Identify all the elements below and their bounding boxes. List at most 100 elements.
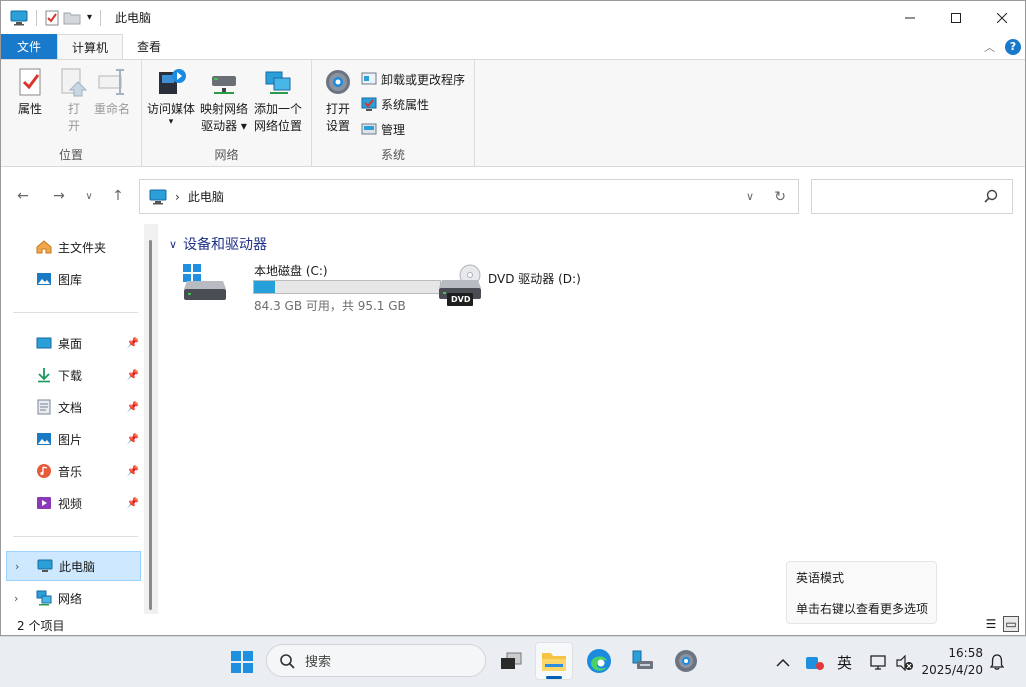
sidebar-item-pictures[interactable]: 图片 📌 xyxy=(6,424,141,454)
details-view-icon[interactable]: ☰ xyxy=(983,616,999,632)
open-button[interactable]: 打 开 xyxy=(58,66,90,135)
folder-icon xyxy=(542,653,566,671)
collapse-chevron-icon[interactable]: ∨ xyxy=(169,238,177,251)
volume-muted-icon[interactable] xyxy=(896,637,914,687)
access-media-label: 访问媒体 xyxy=(147,102,196,116)
up-button[interactable]: ↑ xyxy=(108,186,128,206)
file-explorer-taskbar-button[interactable] xyxy=(535,642,573,680)
manage-button[interactable]: 管理 xyxy=(361,119,405,139)
access-media-button[interactable]: 访问媒体 ▾ xyxy=(147,66,195,127)
expand-chevron-icon[interactable]: › xyxy=(15,560,19,573)
sidebar-item-desktop[interactable]: 桌面 📌 xyxy=(6,328,141,358)
edge-taskbar-button[interactable] xyxy=(580,642,618,680)
task-view-button[interactable] xyxy=(492,642,530,680)
pictures-icon xyxy=(37,433,51,445)
ribbon-group-network-label: 网络 xyxy=(214,148,239,162)
sidebar-item-this-pc[interactable]: › 此电脑 xyxy=(6,551,141,581)
system-clock[interactable]: 16:58 2025/4/20 xyxy=(921,645,983,679)
pin-icon[interactable]: 📌 xyxy=(127,338,139,349)
tab-file[interactable]: 文件 xyxy=(1,34,57,59)
rename-button[interactable]: 重命名 xyxy=(94,66,130,118)
pin-icon[interactable]: 📌 xyxy=(127,498,139,509)
settings-taskbar-button[interactable] xyxy=(667,642,705,680)
quick-access-toolbar: ▾ xyxy=(1,1,105,34)
ime-language-indicator[interactable]: 英 xyxy=(837,637,852,687)
close-button[interactable] xyxy=(979,1,1025,34)
system-properties-button[interactable]: 系统属性 xyxy=(361,94,429,114)
sidebar-item-network[interactable]: › 网络 xyxy=(6,583,141,613)
ime-tooltip-hint: 单击右键以查看更多选项 xyxy=(796,602,929,616)
ime-tooltip-title: 英语模式 xyxy=(796,571,845,585)
sidebar-item-label: 此电脑 xyxy=(59,559,96,574)
sidebar-item-downloads[interactable]: 下载 📌 xyxy=(6,360,141,390)
properties-check-icon[interactable] xyxy=(45,10,59,26)
search-box[interactable] xyxy=(811,179,1013,214)
video-icon xyxy=(37,497,51,509)
taskbar-search-box[interactable]: 搜索 xyxy=(266,644,486,677)
show-hidden-icons-chevron-icon[interactable] xyxy=(776,637,790,687)
uninstall-program-button[interactable]: 卸载或更改程序 xyxy=(361,69,465,89)
sidebar-item-music[interactable]: 音乐 📌 xyxy=(6,456,141,486)
drive-c[interactable]: 本地磁盘 (C:) 84.3 GB 可用，共 95.1 GB xyxy=(181,224,441,324)
ribbon-group-system-label: 系统 xyxy=(380,148,405,162)
open-icon xyxy=(61,68,88,97)
sidebar-item-label: 文档 xyxy=(58,400,83,415)
add-network-location-button[interactable]: 添加一个 网络位置 xyxy=(254,66,302,135)
tiles-view-icon[interactable]: ▭ xyxy=(1003,616,1019,632)
network-status-icon[interactable] xyxy=(870,637,888,687)
pin-icon[interactable]: 📌 xyxy=(127,370,139,381)
windows-start-icon[interactable] xyxy=(231,651,253,673)
back-button[interactable]: ← xyxy=(13,186,33,206)
refresh-icon[interactable]: ↻ xyxy=(774,189,786,205)
open-settings-label-line2: 设置 xyxy=(325,119,350,133)
sidebar-item-gallery[interactable]: 图库 xyxy=(6,264,141,294)
collapse-ribbon-icon[interactable]: ︿ xyxy=(984,39,995,55)
ribbon-tab-tools: ︿ ? xyxy=(984,34,1021,59)
open-settings-button[interactable]: 打开 设置 xyxy=(322,66,354,135)
ime-app-tray-icon[interactable] xyxy=(805,637,825,687)
drive-d[interactable]: DVD DVD 驱动器 (D:) xyxy=(436,224,636,324)
clock-time: 16:58 xyxy=(948,646,983,660)
customize-toolbar-dropdown-icon[interactable]: ▾ xyxy=(87,12,92,23)
pin-icon[interactable]: 📌 xyxy=(127,402,139,413)
address-bar[interactable]: › 此电脑 ∨ ↻ xyxy=(139,179,799,214)
add-network-location-label-line1: 添加一个 xyxy=(254,102,303,116)
tab-computer[interactable]: 计算机 xyxy=(57,34,124,59)
control-panel-icon xyxy=(632,650,653,669)
rename-icon xyxy=(98,69,124,95)
sidebar-item-label: 图片 xyxy=(58,432,83,447)
disk-usage-bar xyxy=(253,280,441,294)
expand-chevron-icon[interactable]: › xyxy=(14,592,18,605)
pin-icon[interactable]: 📌 xyxy=(127,434,139,445)
system-properties-label: 系统属性 xyxy=(381,97,430,112)
map-network-drive-button[interactable]: 映射网络 驱动器 ▾ xyxy=(200,66,248,135)
add-network-location-label-line2: 网络位置 xyxy=(254,119,303,133)
address-history-dropdown-icon[interactable]: ∨ xyxy=(746,190,754,203)
media-icon xyxy=(159,69,186,94)
sidebar-item-home[interactable]: 主文件夹 xyxy=(6,232,141,262)
notification-bell-icon[interactable] xyxy=(990,654,1004,670)
control-panel-taskbar-button[interactable] xyxy=(624,642,662,680)
sidebar-item-videos[interactable]: 视频 📌 xyxy=(6,488,141,518)
breadcrumb-separator-icon[interactable]: › xyxy=(175,190,180,204)
tab-view[interactable]: 查看 xyxy=(123,34,175,59)
maximize-button[interactable] xyxy=(933,1,979,34)
breadcrumb-this-pc[interactable]: 此电脑 xyxy=(188,188,224,205)
navigation-pane-scroll-thumb[interactable] xyxy=(149,240,152,610)
properties-button[interactable]: 属性 xyxy=(14,66,46,118)
minimize-button[interactable] xyxy=(887,1,933,34)
sidebar-item-documents[interactable]: 文档 📌 xyxy=(6,392,141,422)
recent-locations-button[interactable]: ∨ xyxy=(79,186,99,206)
forward-button[interactable]: → xyxy=(49,186,69,206)
home-icon xyxy=(36,240,52,254)
taskbar-search-placeholder: 搜索 xyxy=(305,655,332,670)
file-explorer-window: ▾ 此电脑 文件 计算机 查看 ︿ ? 属性 打 开 重命名 位置 访问媒体 ▾… xyxy=(0,0,1026,636)
this-pc-icon xyxy=(37,559,53,572)
new-folder-icon[interactable] xyxy=(63,11,81,25)
settings-gear-icon xyxy=(675,650,697,672)
properties-icon xyxy=(19,68,41,96)
help-icon[interactable]: ? xyxy=(1005,38,1021,55)
pin-icon[interactable]: 📌 xyxy=(127,466,139,477)
manage-icon xyxy=(361,123,377,135)
sidebar-divider xyxy=(13,312,138,313)
